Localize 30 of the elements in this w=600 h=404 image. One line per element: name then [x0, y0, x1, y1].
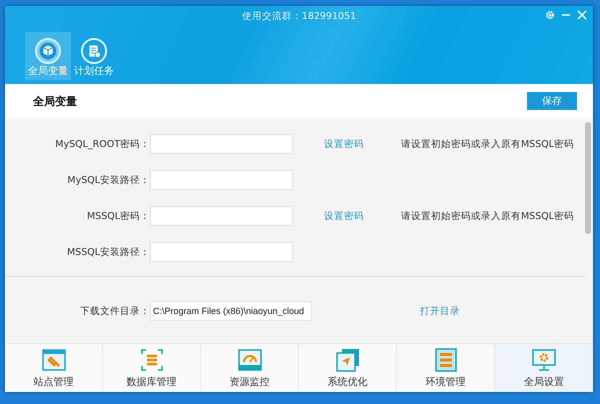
input-field[interactable] — [150, 170, 293, 190]
document-icon — [80, 38, 108, 64]
cube-icon — [34, 38, 62, 64]
nav-item[interactable]: 站点管理 — [5, 344, 103, 392]
input-field[interactable] — [150, 242, 293, 262]
field-label: MySQL安装路径： — [66, 174, 150, 186]
server-rack-icon — [434, 348, 458, 372]
nav-item[interactable]: 全局设置 — [495, 344, 593, 392]
settings-icon[interactable] — [545, 10, 555, 20]
field-label: MSSQL密码： — [86, 210, 150, 222]
hint-text: 请设置初始密码或录入原有MSSQL密码 — [400, 138, 576, 150]
nav-item[interactable]: 数据库管理 — [103, 344, 201, 392]
nav-item[interactable]: 系统优化 — [299, 344, 397, 392]
nav-item[interactable]: 环境管理 — [397, 344, 495, 392]
field-label: 下载文件目录： — [79, 304, 150, 318]
input-field[interactable] — [150, 206, 293, 226]
window-title: 使用交流群：182991051 — [242, 10, 356, 24]
input-field[interactable] — [150, 134, 293, 154]
close-icon[interactable] — [577, 10, 587, 20]
cursor-window-icon — [336, 348, 360, 372]
wrench-window-icon — [42, 348, 66, 372]
nav-item[interactable]: 资源监控 — [201, 344, 299, 392]
gauge-monitor-icon — [238, 348, 262, 372]
field-label: MSSQL安装路径： — [66, 246, 150, 258]
field-label: MySQL_ROOT密码： — [54, 138, 150, 150]
hint-text: 请设置初始密码或录入原有MSSQL密码 — [400, 210, 576, 222]
database-list-icon — [140, 348, 164, 372]
input-field[interactable]: C:\Program Files (x86)\niaoyun_cloud — [150, 301, 312, 321]
section-title: 全局变量 — [33, 94, 77, 108]
gear-monitor-icon — [532, 348, 556, 372]
